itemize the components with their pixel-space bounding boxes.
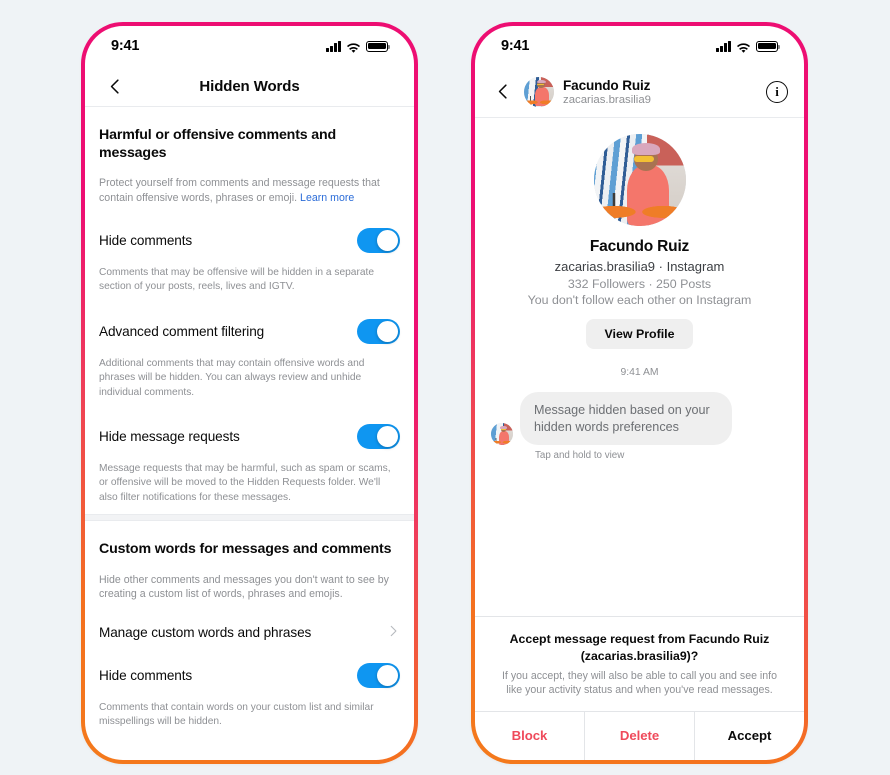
phone-screen-hidden-words: 9:41 Hidden Words Harmful or offensive c…	[85, 26, 414, 760]
profile-relationship: You don't follow each other on Instagram	[527, 293, 752, 307]
toggle-hide-comments[interactable]	[357, 227, 400, 253]
toggle-knob	[377, 229, 398, 251]
header-avatar[interactable]	[524, 76, 554, 107]
section-description: Protect yourself from comments and messa…	[99, 162, 400, 205]
accept-button[interactable]: Accept	[694, 712, 804, 760]
setting-row-manage-custom-words[interactable]: Manage custom words and phrases	[99, 602, 400, 641]
status-bar: 9:41	[475, 26, 804, 66]
action-sheet-buttons: Block Delete Accept	[475, 711, 804, 760]
contact-name: Facundo Ruiz	[563, 77, 651, 93]
section-divider	[85, 514, 414, 522]
setting-label: Hide comments	[99, 667, 193, 683]
phone-frame-left: 9:41 Hidden Words Harmful or offensive c…	[81, 22, 418, 764]
phone-frame-right: 9:41 Facundo Ruiz zacarias.brasilia9 i F…	[471, 22, 808, 764]
chevron-left-icon	[498, 84, 507, 99]
hidden-message-bubble[interactable]: Message hidden based on your hidden word…	[520, 392, 732, 446]
status-bar-icons	[716, 40, 781, 53]
profile-avatar[interactable]	[593, 134, 686, 226]
action-sheet-title: Accept message request from Facundo Ruiz…	[509, 632, 770, 663]
cellular-signal-icon	[326, 40, 341, 52]
status-bar-time: 9:41	[111, 38, 140, 54]
tap-and-hold-hint: Tap and hold to view	[535, 450, 625, 462]
chevron-right-icon	[386, 624, 400, 641]
back-button[interactable]	[103, 74, 127, 98]
profile-subtitle: zacarias.brasilia9 · Instagram	[554, 259, 725, 274]
setting-help-advanced-comment-filtering: Additional comments that may contain off…	[99, 357, 365, 398]
section-harmful-comments: Harmful or offensive comments and messag…	[85, 107, 414, 507]
profile-stats: 332 Followers · 250 Posts	[567, 277, 712, 291]
sender-avatar-photo	[491, 423, 513, 446]
setting-label: Hide comments	[99, 232, 193, 248]
conversation-header: Facundo Ruiz zacarias.brasilia9 i	[475, 66, 804, 118]
message-timestamp: 9:41 AM	[620, 367, 659, 378]
toggle-hide-message-requests[interactable]	[357, 423, 400, 449]
status-bar: 9:41	[85, 26, 414, 66]
battery-full-icon	[366, 40, 391, 52]
setting-row-advanced-comment-filtering[interactable]: Advanced comment filtering	[99, 297, 400, 344]
header-identity[interactable]: Facundo Ruiz zacarias.brasilia9	[563, 78, 757, 106]
sender-avatar[interactable]	[491, 423, 513, 446]
hidden-message-text: Message hidden based on your hidden word…	[534, 403, 710, 434]
delete-button[interactable]: Delete	[584, 712, 694, 760]
cellular-signal-icon	[716, 40, 731, 52]
phone-screen-message-request: 9:41 Facundo Ruiz zacarias.brasilia9 i F…	[475, 26, 804, 760]
section-title: Custom words for messages and comments	[99, 541, 392, 558]
setting-label: Manage custom words and phrases	[99, 624, 312, 640]
toggle-knob	[377, 425, 398, 447]
section-description: Hide other comments and messages you don…	[99, 573, 389, 601]
setting-help-hide-message-requests: Message requests that may be harmful, su…	[99, 462, 391, 503]
setting-label: Hide message requests	[99, 428, 240, 444]
contact-handle: zacarias.brasilia9	[563, 93, 651, 106]
message-row: Message hidden based on your hidden word…	[491, 392, 788, 446]
status-bar-time: 9:41	[501, 38, 530, 54]
action-sheet-body: Accept message request from Facundo Ruiz…	[475, 617, 804, 711]
navigation-bar: Hidden Words	[85, 66, 414, 107]
setting-help-hide-comments: Comments that may be offensive will be h…	[99, 266, 375, 293]
user-avatar-photo	[524, 76, 554, 107]
toggle-knob	[377, 320, 398, 342]
wifi-icon	[736, 41, 751, 53]
page-title: Hidden Words	[199, 77, 300, 95]
view-profile-button[interactable]: View Profile	[586, 319, 693, 349]
learn-more-link[interactable]: Learn more	[300, 192, 354, 204]
message-thread[interactable]: Facundo Ruiz zacarias.brasilia9 · Instag…	[475, 118, 804, 616]
setting-row-hide-comments-custom[interactable]: Hide comments	[99, 641, 400, 688]
wifi-icon	[346, 41, 361, 53]
profile-name: Facundo Ruiz	[589, 238, 690, 255]
info-circle-icon[interactable]: i	[766, 80, 788, 103]
setting-row-hide-comments[interactable]: Hide comments	[99, 206, 400, 253]
status-bar-icons	[326, 40, 391, 53]
user-avatar-photo-large	[593, 134, 686, 226]
battery-full-icon	[756, 40, 781, 52]
setting-label: Advanced comment filtering	[99, 323, 265, 339]
section-title: Harmful or offensive comments and messag…	[99, 127, 337, 162]
setting-help-hide-comments-custom: Comments that contain words on your cust…	[99, 701, 374, 728]
toggle-advanced-comment-filtering[interactable]	[357, 318, 400, 344]
action-sheet-description: If you accept, they will also be able to…	[501, 669, 777, 697]
block-button[interactable]: Block	[475, 712, 584, 760]
toggle-hide-comments-custom[interactable]	[357, 662, 400, 688]
settings-scroll-area[interactable]: Harmful or offensive comments and messag…	[85, 107, 414, 760]
chevron-left-icon	[110, 78, 119, 94]
section-custom-words: Custom words for messages and comments H…	[85, 521, 414, 731]
profile-card: Facundo Ruiz zacarias.brasilia9 · Instag…	[491, 118, 788, 349]
setting-row-hide-message-requests[interactable]: Hide message requests	[99, 402, 400, 449]
message-request-action-sheet: Accept message request from Facundo Ruiz…	[475, 616, 804, 760]
back-button[interactable]	[491, 80, 515, 104]
toggle-knob	[377, 664, 398, 686]
